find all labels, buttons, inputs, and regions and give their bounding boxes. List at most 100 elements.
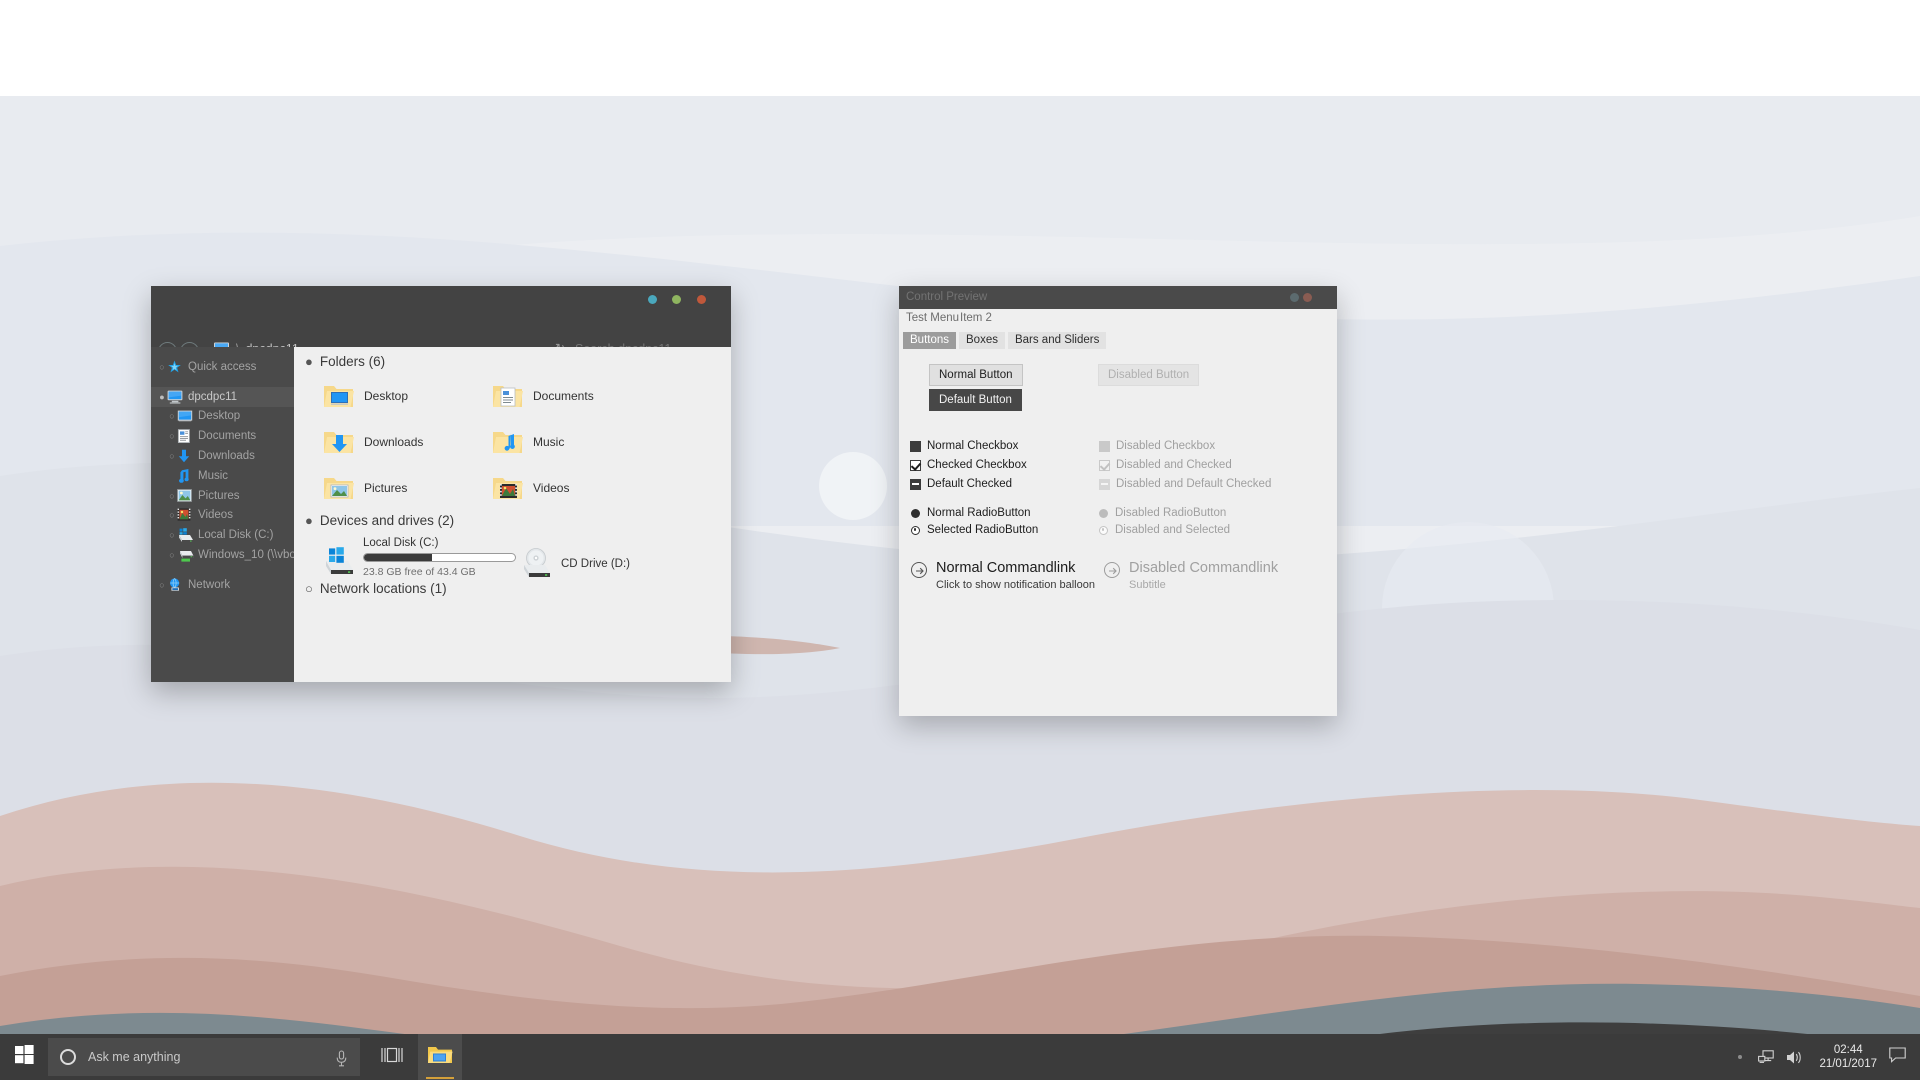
sidebar-item-label: Pictures [198, 489, 240, 502]
checkbox-normal[interactable]: Normal Checkbox [910, 440, 1018, 452]
checkbox-icon [1099, 440, 1110, 452]
cd-drive-icon [519, 547, 553, 577]
commandlink-disabled: Disabled Commandlink Subtitle [1104, 560, 1278, 591]
radio-icon[interactable] [911, 508, 920, 518]
sidebar-item-local-disk-c[interactable]: ○ Local Disk (C:) [151, 525, 294, 545]
sidebar-item-label: Music [198, 469, 229, 482]
microphone-icon[interactable] [335, 1050, 348, 1072]
sidebar-item-videos[interactable]: ○ Videos [151, 506, 294, 526]
tab-buttons[interactable]: Buttons [903, 331, 956, 349]
checkbox-checked[interactable]: Checked Checkbox [910, 459, 1027, 471]
control-preview-window[interactable]: Control Preview Test Menu Item 2 Buttons… [899, 286, 1337, 716]
radio-disabled: Disabled RadioButton [1099, 507, 1226, 519]
sidebar-item-pictures[interactable]: ○ Pictures [151, 486, 294, 506]
sidebar-item-dpcdpc11[interactable]: ● dpcdpc11 [151, 386, 294, 407]
show-hidden-icons-icon[interactable] [1738, 1055, 1743, 1059]
network-tray-icon[interactable] [1758, 1049, 1775, 1065]
checkbox-label: Disabled and Checked [1116, 459, 1232, 471]
close-button[interactable] [697, 295, 706, 304]
tree-twisty-icon[interactable]: ○ [167, 431, 177, 441]
maximize-button[interactable] [672, 295, 681, 304]
group-collapse-icon[interactable]: ● [305, 513, 313, 528]
network-drive-icon [177, 548, 194, 562]
group-header-network[interactable]: ○ Network locations (1) [305, 581, 447, 596]
volume-icon[interactable] [1786, 1050, 1803, 1065]
folder-item-pictures[interactable]: Pictures [323, 474, 407, 502]
folder-item-downloads[interactable]: Downloads [323, 428, 423, 456]
folder-item-documents[interactable]: Documents [492, 382, 594, 410]
radio-normal[interactable]: Normal RadioButton [911, 507, 1031, 519]
tree-twisty-icon[interactable]: ○ [167, 451, 177, 461]
close-button[interactable] [1303, 293, 1312, 302]
screen-top-blank [0, 0, 1920, 96]
taskbar-item-file-explorer[interactable] [418, 1034, 462, 1080]
minimize-button[interactable] [1290, 293, 1299, 302]
sidebar-item-documents[interactable]: ○ Documents [151, 426, 294, 446]
group-header-devices[interactable]: ● Devices and drives (2) [305, 513, 454, 528]
tree-twisty-icon[interactable]: ● [157, 392, 167, 402]
folder-label: Music [533, 435, 565, 449]
tree-twisty-icon[interactable]: ○ [157, 580, 167, 590]
explorer-content-pane[interactable]: ● Folders (6) Desktop Documents Download… [294, 347, 731, 682]
control-preview-titlebar[interactable]: Control Preview [899, 286, 1337, 309]
checkbox-default-checked[interactable]: Default Checked [910, 478, 1012, 490]
tree-twisty-icon[interactable]: ○ [167, 510, 177, 520]
explorer-titlebar[interactable] [151, 286, 731, 312]
menu-item-test-menu[interactable]: Test Menu [906, 312, 959, 324]
sidebar-item-label: Videos [198, 509, 233, 522]
sidebar-item-label: Local Disk (C:) [198, 529, 274, 542]
tree-twisty-icon[interactable]: ○ [167, 411, 177, 421]
sidebar-item-windows-10-vboxsrv[interactable]: ○ Windows_10 (\\vboxsrv) [151, 545, 294, 565]
group-collapse-icon[interactable]: ● [305, 354, 313, 369]
clock[interactable]: 02:44 21/01/2017 [1819, 1043, 1877, 1071]
radio-label: Normal RadioButton [927, 507, 1031, 519]
folder-label: Downloads [364, 435, 424, 449]
radio-icon[interactable] [911, 525, 920, 535]
menubar: Test Menu Item 2 [899, 309, 1337, 328]
sidebar-item-downloads[interactable]: ○ Downloads [151, 446, 294, 466]
tab-bars-and-sliders[interactable]: Bars and Sliders [1007, 331, 1107, 349]
menu-item-item-2[interactable]: Item 2 [960, 312, 992, 324]
tab-bar: Buttons Boxes Bars and Sliders [903, 330, 1109, 349]
tree-twisty-icon[interactable]: ○ [167, 550, 177, 560]
drive-item-cd[interactable]: CD Drive (D:) [519, 547, 630, 577]
file-explorer-window[interactable]: ‹ › \dpcdpc11 ⌄ ↻ ⌕ [151, 286, 731, 682]
commandlink-normal[interactable]: Normal Commandlink Click to show notific… [911, 560, 1095, 591]
tree-twisty-icon[interactable]: ○ [167, 491, 177, 501]
disabled-button-wrap: Disabled Button [1098, 364, 1200, 386]
normal-button[interactable]: Normal Button [929, 364, 1023, 386]
network-icon [167, 577, 184, 592]
folder-item-music[interactable]: Music [492, 428, 564, 456]
checkbox-label: Default Checked [927, 478, 1013, 490]
sidebar-item-music[interactable]: Music [151, 466, 294, 486]
checkbox-label: Checked Checkbox [927, 459, 1027, 471]
checkbox-icon[interactable] [910, 459, 921, 471]
checkbox-icon[interactable] [910, 478, 921, 490]
radio-label: Disabled and Selected [1115, 524, 1231, 536]
tree-twisty-icon[interactable]: ○ [167, 530, 177, 540]
sidebar-item-network[interactable]: ○ Network [151, 575, 294, 595]
search-box[interactable]: Ask me anything [48, 1038, 360, 1076]
drive-item-local-disk[interactable]: Local Disk (C:) 23.8 GB free of 43.4 GB [321, 537, 516, 578]
group-header-folders[interactable]: ● Folders (6) [305, 354, 385, 369]
tab-boxes[interactable]: Boxes [959, 331, 1005, 349]
folder-item-videos[interactable]: Videos [492, 474, 569, 502]
sidebar-item-desktop[interactable]: ○ Desktop [151, 407, 294, 427]
default-button[interactable]: Default Button [929, 389, 1022, 411]
action-center-button[interactable] [1889, 1046, 1906, 1068]
folder-item-desktop[interactable]: Desktop [323, 382, 408, 410]
task-view-button[interactable] [370, 1034, 414, 1080]
folder-label: Videos [533, 481, 570, 495]
checkbox-icon[interactable] [910, 440, 921, 452]
radio-selected[interactable]: Selected RadioButton [911, 524, 1038, 536]
group-expand-icon[interactable]: ○ [305, 581, 313, 596]
harddisk-windows-icon [321, 545, 355, 575]
drive-free-space: 23.8 GB free of 43.4 GB [363, 566, 476, 578]
sidebar-item-quick-access[interactable]: ○ Quick access [151, 357, 294, 377]
tree-twisty-icon[interactable]: ○ [157, 362, 167, 372]
start-button[interactable] [0, 1034, 48, 1080]
radio-label: Selected RadioButton [927, 524, 1039, 536]
minimize-button[interactable] [648, 295, 657, 304]
